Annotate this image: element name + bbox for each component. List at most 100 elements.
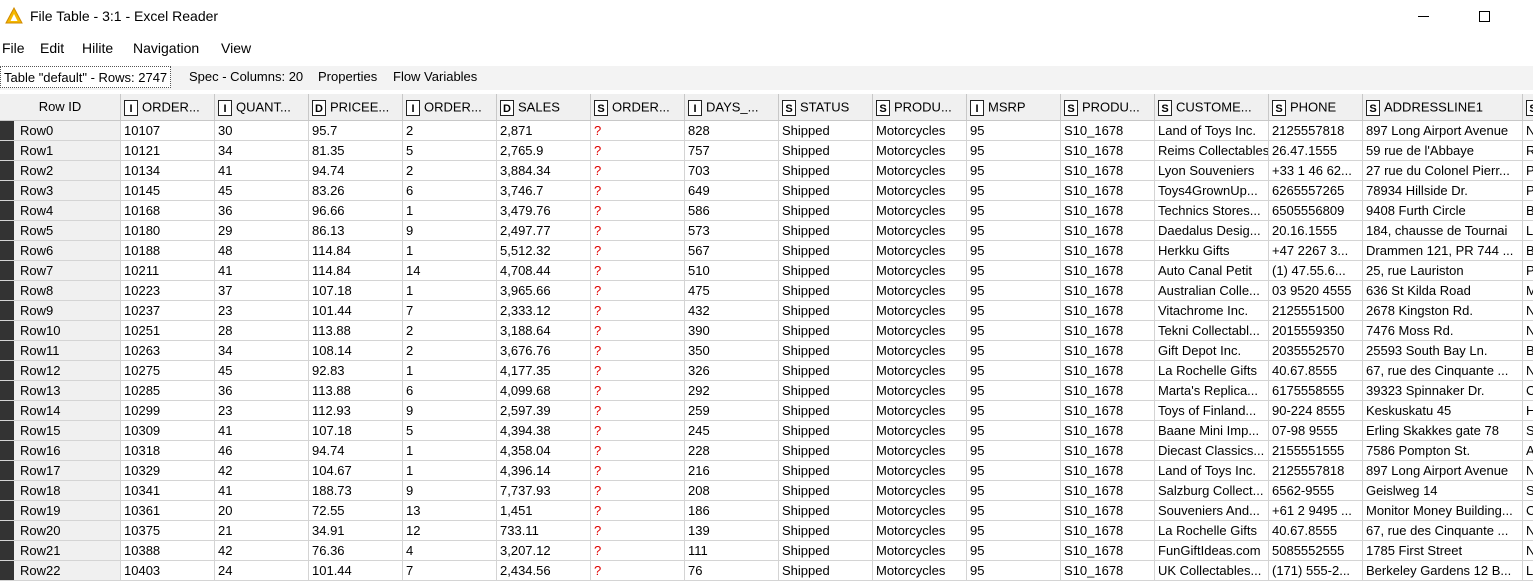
table-cell[interactable]: 95 [967,361,1061,380]
table-cell[interactable]: 1 [403,201,497,220]
row-id-cell[interactable]: Row13 [0,381,121,400]
table-cell[interactable]: 828 [685,121,779,140]
table-cell[interactable]: Motorcycles [873,361,967,380]
row-id-cell[interactable]: Row11 [0,341,121,360]
table-cell[interactable]: 432 [685,301,779,320]
table-cell[interactable]: Diecast Classics... [1155,441,1269,460]
table-cell[interactable]: 39323 Spinnaker Dr. [1363,381,1523,400]
table-cell[interactable]: 216 [685,461,779,480]
table-cell[interactable]: 10107 [121,121,215,140]
table-cell[interactable]: 7476 Moss Rd. [1363,321,1523,340]
table-cell[interactable]: 03 9520 4555 [1269,281,1363,300]
table-cell[interactable]: Berkeley Gardens 12 B... [1363,561,1523,580]
table-cell[interactable]: 45 [215,181,309,200]
row-id-cell[interactable]: Row17 [0,461,121,480]
column-header-row-id[interactable]: Row ID [0,94,121,120]
table-cell[interactable]: Motorcycles [873,261,967,280]
table-cell[interactable]: Pa [1523,261,1533,280]
table-cell[interactable]: 36 [215,381,309,400]
table-cell[interactable]: 3,884.34 [497,161,591,180]
table-cell[interactable]: 4,708.44 [497,261,591,280]
table-cell[interactable]: 95 [967,481,1061,500]
table-cell[interactable]: S10_1678 [1061,301,1155,320]
table-cell[interactable]: Motorcycles [873,461,967,480]
table-cell[interactable]: 95 [967,461,1061,480]
table-cell[interactable]: Ca [1523,381,1533,400]
table-cell[interactable]: Na [1523,521,1533,540]
row-id-cell[interactable]: Row12 [0,361,121,380]
table-cell[interactable]: 34 [215,341,309,360]
table-cell[interactable]: 5085552555 [1269,541,1363,560]
table-cell[interactable]: 96.66 [309,201,403,220]
table-cell[interactable]: 28 [215,321,309,340]
table-cell[interactable]: All [1523,441,1533,460]
table-cell[interactable]: 2,597.39 [497,401,591,420]
table-cell[interactable]: ? [591,161,685,180]
table-cell[interactable]: 2125557818 [1269,461,1363,480]
table-cell[interactable]: Motorcycles [873,161,967,180]
minimize-button[interactable] [1412,6,1434,28]
table-cell[interactable]: 2678 Kingston Rd. [1363,301,1523,320]
table-cell[interactable]: S10_1678 [1061,241,1155,260]
table-cell[interactable]: Keskuskatu 45 [1363,401,1523,420]
table-cell[interactable]: 4,358.04 [497,441,591,460]
table-cell[interactable]: 586 [685,201,779,220]
table-cell[interactable]: Motorcycles [873,121,967,140]
table-cell[interactable]: 114.84 [309,241,403,260]
table-cell[interactable]: Ne [1523,541,1533,560]
row-id-cell[interactable]: Row3 [0,181,121,200]
table-cell[interactable]: Shipped [779,121,873,140]
table-cell[interactable]: 703 [685,161,779,180]
table-row[interactable]: Row5 10180 29 86.13 9 2,497.77? 573 Shipped Moto… [0,221,1533,241]
table-cell[interactable]: Motorcycles [873,321,967,340]
table-cell[interactable]: ? [591,561,685,580]
table-cell[interactable]: ? [591,501,685,520]
table-row[interactable]: Row17 10329 42 104.67 1 4,396.14? 216 Shipped Mo… [0,461,1533,481]
row-id-cell[interactable]: Row19 [0,501,121,520]
table-cell[interactable]: St [1523,421,1533,440]
table-cell[interactable]: 1 [403,461,497,480]
table-cell[interactable]: Lyon Souveniers [1155,161,1269,180]
table-cell[interactable]: Shipped [779,521,873,540]
table-cell[interactable]: Liv [1523,561,1533,580]
table-cell[interactable]: 9 [403,481,497,500]
table-cell[interactable]: S10_1678 [1061,481,1155,500]
table-cell[interactable]: 95 [967,341,1061,360]
table-cell[interactable]: 2,434.56 [497,561,591,580]
table-cell[interactable]: 95 [967,521,1061,540]
table-cell[interactable]: 350 [685,341,779,360]
table-cell[interactable]: ? [591,121,685,140]
table-cell[interactable]: 475 [685,281,779,300]
table-cell[interactable]: 41 [215,481,309,500]
column-header[interactable]: D PRICEE... [309,94,403,120]
table-cell[interactable]: Shipped [779,241,873,260]
table-cell[interactable]: 25, rue Lauriston [1363,261,1523,280]
table-cell[interactable]: Salzburg Collect... [1155,481,1269,500]
table-cell[interactable]: 3,479.76 [497,201,591,220]
table-cell[interactable]: S10_1678 [1061,401,1155,420]
table-cell[interactable]: 21 [215,521,309,540]
table-cell[interactable]: 95 [967,221,1061,240]
table-cell[interactable]: ? [591,481,685,500]
table-cell[interactable]: Pa [1523,181,1533,200]
table-cell[interactable]: 95 [967,181,1061,200]
table-cell[interactable]: 3,746.7 [497,181,591,200]
table-cell[interactable]: 4,177.35 [497,361,591,380]
table-cell[interactable]: S10_1678 [1061,501,1155,520]
table-cell[interactable]: S10_1678 [1061,141,1155,160]
table-cell[interactable]: 292 [685,381,779,400]
column-header[interactable]: S CUSTOME... [1155,94,1269,120]
table-cell[interactable]: 3,676.76 [497,341,591,360]
table-cell[interactable]: 3,207.12 [497,541,591,560]
row-id-cell[interactable]: Row14 [0,401,121,420]
table-cell[interactable]: 95 [967,121,1061,140]
menu-navigation[interactable]: Navigation [133,40,199,56]
table-cell[interactable]: Souveniers And... [1155,501,1269,520]
table-cell[interactable]: 10180 [121,221,215,240]
table-cell[interactable]: 42 [215,461,309,480]
table-cell[interactable]: 107.18 [309,421,403,440]
table-cell[interactable]: 4,099.68 [497,381,591,400]
table-cell[interactable]: Ne [1523,321,1533,340]
table-row[interactable]: Row2 10134 41 94.74 2 3,884.34? 703 Shipped Moto… [0,161,1533,181]
table-cell[interactable]: ? [591,221,685,240]
